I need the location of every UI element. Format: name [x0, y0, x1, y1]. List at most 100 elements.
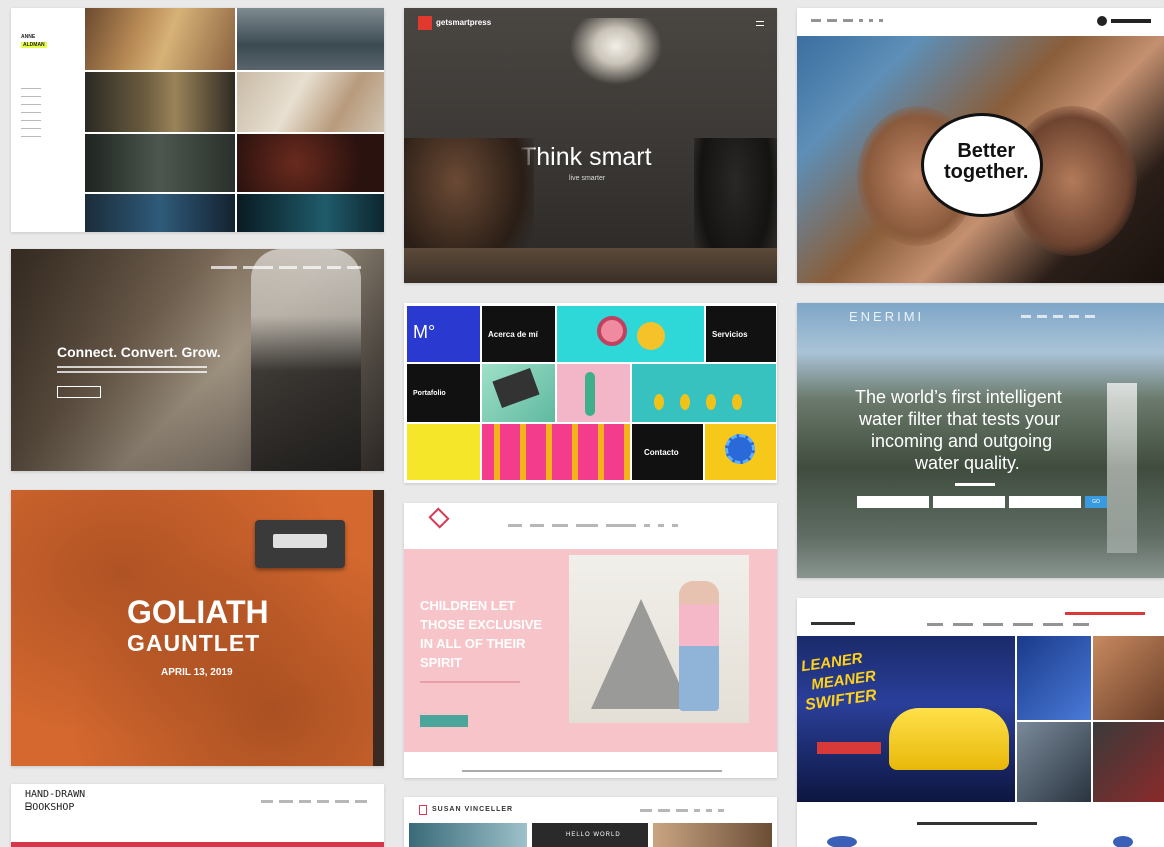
film-still-6: [237, 134, 384, 192]
think-smart-thumbnail[interactable]: getsmartpress Think smart live smarter: [404, 8, 777, 283]
kids-logo-icon: [428, 507, 450, 529]
brand-logo-box: [418, 16, 432, 30]
kids-footer-text: [462, 770, 722, 772]
car-dealer-thumbnail[interactable]: LEANER MEANER SWIFTER: [797, 598, 1164, 847]
blog-photo-1: [409, 823, 527, 847]
water-headline-2: water filter that tests your: [859, 409, 1061, 429]
hero-cta-button[interactable]: [57, 386, 101, 398]
agency-hero-thumbnail[interactable]: Connect. Convert. Grow.: [11, 249, 384, 471]
film-portfolio-thumbnail[interactable]: ANNE ALDMAN: [11, 8, 384, 232]
film-still-3: [85, 72, 235, 132]
grid-laptop-photo: [482, 364, 555, 422]
water-brand: ENERIMI: [849, 309, 925, 324]
water-headline-1: The world’s first intelligent: [855, 387, 1062, 407]
grid-cactus-photo: [557, 364, 630, 422]
grid-about-label: Acerca de mí: [488, 330, 538, 339]
grid-services-cell[interactable]: Servicios: [706, 306, 776, 362]
event-date: APRIL 13, 2019: [161, 667, 233, 678]
brand-wordmark: [1111, 19, 1151, 23]
grid-logo-glyph: M°: [413, 322, 436, 342]
blog-nav: [640, 809, 724, 812]
grid-contact-label: Contacto: [644, 448, 679, 457]
water-headline-4: water quality.: [915, 453, 1020, 473]
sidebar-logo-line-1: ANNE: [21, 34, 36, 40]
brand-logo-icon: [1097, 16, 1107, 26]
water-form-label: [955, 483, 995, 486]
blog-thumbnail[interactable]: SUSAN VINCELLER HELLO WORLD: [404, 797, 777, 847]
waterfall: [1107, 383, 1137, 553]
teepee: [591, 599, 691, 709]
dealer-nav: [927, 623, 1089, 626]
sidebar-logo-line-2: ALDMAN: [21, 42, 47, 48]
grid-logo-cell: M°: [407, 306, 480, 362]
water-input-email[interactable]: [933, 496, 1005, 508]
top-nav: [811, 19, 883, 22]
better-together-thumbnail[interactable]: Better together.: [797, 8, 1164, 283]
grid-flower-photo: [705, 424, 776, 480]
kids-subtext: [420, 681, 520, 683]
bookshop-hero-strip: [11, 842, 384, 847]
water-input-zip[interactable]: [1009, 496, 1081, 508]
water-headline-3: incoming and outgoing: [871, 431, 1053, 451]
brand-logo-2: [1113, 836, 1133, 847]
water-nav: [1021, 315, 1095, 318]
water-filter-thumbnail[interactable]: ENERIMI The world’s first intelligent wa…: [797, 303, 1164, 578]
child-figure: [679, 581, 719, 711]
event-badge: [255, 520, 345, 568]
event-poster-thumbnail[interactable]: GOLIATH GAUNTLET APRIL 13, 2019: [11, 490, 384, 766]
menu-icon[interactable]: [756, 21, 764, 26]
kids-hero: CHILDREN LET THOSE EXCLUSIVE IN ALL OF T…: [404, 549, 777, 752]
kids-nav: [508, 524, 678, 527]
brand-name: getsmartpress: [436, 18, 492, 27]
bookshop-nav: [261, 800, 367, 803]
grid-about-cell[interactable]: Acerca de mí: [482, 306, 555, 362]
hero-subtitle: live smarter: [569, 175, 606, 182]
grid-portfolio-label: Portafolio: [413, 390, 446, 397]
kids-store-thumbnail[interactable]: CHILDREN LET THOSE EXCLUSIVE IN ALL OF T…: [404, 503, 777, 778]
kids-headline-2: THOSE EXCLUSIVE: [420, 617, 543, 632]
dealer-top-links: [1065, 612, 1145, 615]
kids-photo: [569, 555, 749, 723]
sidebar-nav-lines: [21, 88, 41, 138]
badge-text: Better together.: [944, 140, 1029, 183]
top-nav: [211, 266, 361, 269]
water-input-name[interactable]: [857, 496, 929, 508]
film-still-1: [85, 8, 235, 70]
blog-logo-icon: [419, 805, 427, 815]
bookshop-thumbnail[interactable]: HAND-DRAWN ᗷOOKSHOP: [11, 784, 384, 847]
event-title-top: GOLIATH: [127, 594, 269, 630]
brand-logo-1: [827, 836, 857, 847]
blog-banner-text: HELLO WORLD: [566, 832, 621, 838]
film-still-5: [85, 134, 235, 192]
yellow-car: [889, 708, 1009, 770]
kids-shop-button[interactable]: [420, 715, 468, 727]
dealer-logo: [811, 622, 855, 625]
kids-headline-3: IN ALL OF THEIR: [420, 636, 526, 651]
film-sidebar: ANNE ALDMAN: [11, 8, 83, 232]
hero-headline: Think smart: [521, 143, 652, 171]
dealer-tile-people: [1093, 636, 1164, 720]
film-still-4: [237, 72, 384, 132]
dealer-range-heading: [917, 822, 1037, 825]
dealer-tile-blue-car: [1017, 636, 1091, 720]
dealer-tile-mechanic: [1093, 722, 1164, 802]
water-go-button[interactable]: GO: [1085, 496, 1107, 508]
hero-headline: Connect. Convert. Grow.: [57, 344, 221, 360]
color-grid-thumbnail[interactable]: M° Acerca de mí Servicios Portafolio Con…: [404, 303, 777, 483]
film-still-8: [237, 194, 384, 232]
promo-button[interactable]: [817, 742, 881, 754]
chandelier: [566, 18, 666, 88]
dark-edge: [373, 490, 384, 766]
bookshop-logo-line-1: HAND-DRAWN: [25, 789, 86, 800]
blog-brand: SUSAN VINCELLER: [432, 806, 514, 813]
hero-subtext-lines: [57, 366, 207, 375]
dealer-hero: LEANER MEANER SWIFTER: [797, 636, 1015, 802]
person-silhouette: [251, 249, 361, 471]
grid-contact-cell[interactable]: Contacto: [632, 424, 703, 480]
dealer-tile-handshake: [1017, 722, 1091, 802]
kids-headline-4: SPIRIT: [420, 655, 462, 670]
grid-fruit-photo: [557, 306, 704, 362]
blog-banner: HELLO WORLD: [532, 823, 648, 847]
grid-portfolio-cell[interactable]: Portafolio: [407, 364, 480, 422]
event-title-bottom: GAUNTLET: [127, 630, 261, 656]
